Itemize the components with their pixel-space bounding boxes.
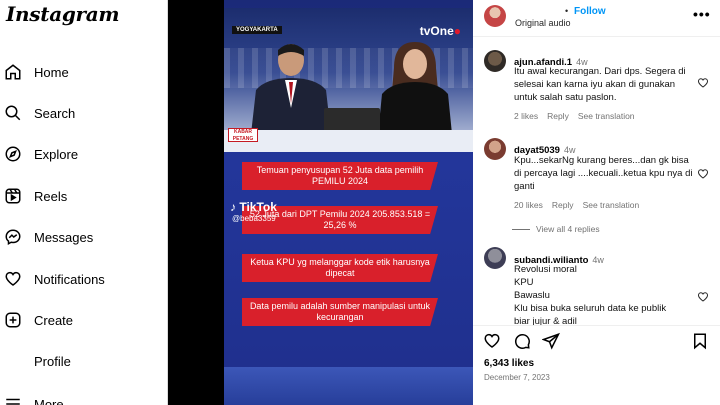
instagram-page: Instagram Home Search Explore Reels Mess… bbox=[0, 0, 720, 405]
comment-line: Revolusi moral bbox=[514, 264, 577, 275]
caption-banner-4: Data pemilu adalah sumber manipulasi unt… bbox=[242, 298, 438, 326]
program-tag: KABAR PETANG bbox=[228, 128, 258, 142]
caption-banner-1: Temuan penyusupan 52 Juta data pemilih P… bbox=[242, 162, 438, 190]
instagram-logo[interactable]: Instagram bbox=[6, 2, 120, 26]
commenter-avatar[interactable] bbox=[484, 50, 506, 72]
reply-button[interactable]: Reply bbox=[547, 111, 569, 121]
post-date: December 7, 2023 bbox=[484, 373, 550, 382]
post-likes-count[interactable]: 6,343 likes bbox=[484, 358, 534, 369]
comment-meta: 2 likes Reply See translation bbox=[514, 111, 644, 121]
comment-line: biar jujur & adil bbox=[514, 316, 577, 325]
sidebar-item-label: More bbox=[34, 396, 64, 405]
sidebar-item-label: Messages bbox=[34, 229, 94, 245]
post-video[interactable]: YOGYAKARTA tvOne● KABAR PETANG Temuan pe… bbox=[224, 0, 473, 405]
messenger-icon bbox=[4, 228, 22, 246]
comment-line: Bawaslu bbox=[514, 290, 550, 301]
sidebar: Instagram Home Search Explore Reels Mess… bbox=[0, 0, 168, 405]
commenter-avatar[interactable] bbox=[484, 138, 506, 160]
comment-text: Kpu...sekarNg kurang beres...dan gk bisa… bbox=[514, 155, 693, 192]
compass-icon bbox=[4, 145, 22, 163]
comment-text: Itu awal kecurangan. Dari dps. Segera di… bbox=[514, 66, 686, 103]
sidebar-item-label: Explore bbox=[34, 146, 79, 162]
sidebar-item-more[interactable]: More bbox=[0, 388, 168, 405]
author-avatar[interactable] bbox=[484, 5, 506, 27]
search-icon bbox=[4, 104, 22, 122]
comment-meta: 20 likes Reply See translation bbox=[514, 200, 648, 210]
sidebar-item-search[interactable]: Search bbox=[0, 97, 168, 129]
follow-button[interactable]: Follow bbox=[574, 6, 606, 17]
channel-logo: tvOne● bbox=[419, 24, 461, 38]
share-paper-plane-icon[interactable] bbox=[541, 332, 560, 350]
sidebar-item-profile[interactable]: Profile bbox=[0, 345, 168, 377]
location-tag: YOGYAKARTA bbox=[232, 26, 282, 34]
comment-likes[interactable]: 20 likes bbox=[514, 200, 543, 210]
comment-line: Klu bisa buka seluruh data ke publik bbox=[514, 303, 667, 314]
sidebar-item-explore[interactable]: Explore bbox=[0, 138, 168, 170]
tiktok-handle: @beba3359 bbox=[232, 214, 276, 223]
tiktok-watermark: ♪ TikTok @beba3359 bbox=[230, 200, 277, 223]
view-replies-button[interactable]: View all 4 replies bbox=[512, 224, 600, 234]
sidebar-item-label: Search bbox=[34, 105, 76, 121]
like-comment-heart-icon[interactable] bbox=[697, 167, 709, 179]
next-clip-preview bbox=[224, 367, 473, 405]
post-actions bbox=[483, 332, 713, 352]
like-heart-icon[interactable] bbox=[483, 332, 501, 350]
news-studio-frame: YOGYAKARTA tvOne● bbox=[224, 8, 473, 152]
comment-text: Revolusi moral KPU Bawaslu Klu bisa buka… bbox=[514, 263, 699, 325]
see-translation-button[interactable]: See translation bbox=[578, 111, 635, 121]
sidebar-item-notifications[interactable]: Notifications bbox=[0, 263, 168, 295]
reels-icon bbox=[4, 187, 22, 205]
plus-square-icon bbox=[4, 311, 22, 329]
sidebar-item-label: Reels bbox=[34, 188, 68, 204]
sidebar-item-home[interactable]: Home bbox=[0, 56, 168, 88]
tiktok-note-icon: ♪ bbox=[230, 200, 236, 214]
original-audio-link[interactable]: Original audio bbox=[515, 18, 571, 28]
sidebar-item-label: Home bbox=[34, 64, 69, 80]
header-divider bbox=[473, 36, 720, 37]
reply-button[interactable]: Reply bbox=[552, 200, 574, 210]
caption-banner-3: Ketua KPU yg melanggar kode etik harusny… bbox=[242, 254, 438, 282]
sidebar-item-messages[interactable]: Messages bbox=[0, 221, 168, 253]
sidebar-item-label: Create bbox=[34, 312, 74, 328]
like-comment-heart-icon[interactable] bbox=[697, 76, 709, 88]
commenter-avatar[interactable] bbox=[484, 247, 506, 269]
comment-likes[interactable]: 2 likes bbox=[514, 111, 538, 121]
sidebar-item-reels[interactable]: Reels bbox=[0, 180, 168, 212]
menu-icon bbox=[4, 395, 22, 405]
anchor-desk bbox=[224, 130, 473, 152]
sidebar-item-label: Profile bbox=[34, 353, 71, 369]
actions-divider bbox=[473, 325, 720, 326]
like-comment-heart-icon[interactable] bbox=[697, 290, 709, 302]
sidebar-item-create[interactable]: Create bbox=[0, 304, 168, 336]
more-options-icon[interactable]: ••• bbox=[693, 6, 711, 22]
female-anchor-figure bbox=[378, 42, 452, 134]
header-separator: • bbox=[565, 6, 569, 16]
see-translation-button[interactable]: See translation bbox=[583, 200, 640, 210]
home-icon bbox=[4, 63, 22, 81]
comment-line: KPU bbox=[514, 277, 534, 288]
male-anchor-figure bbox=[251, 44, 331, 134]
heart-icon bbox=[4, 270, 22, 288]
bookmark-icon[interactable] bbox=[691, 332, 709, 350]
sidebar-item-label: Notifications bbox=[34, 271, 105, 287]
comment-bubble-icon[interactable] bbox=[513, 332, 531, 350]
